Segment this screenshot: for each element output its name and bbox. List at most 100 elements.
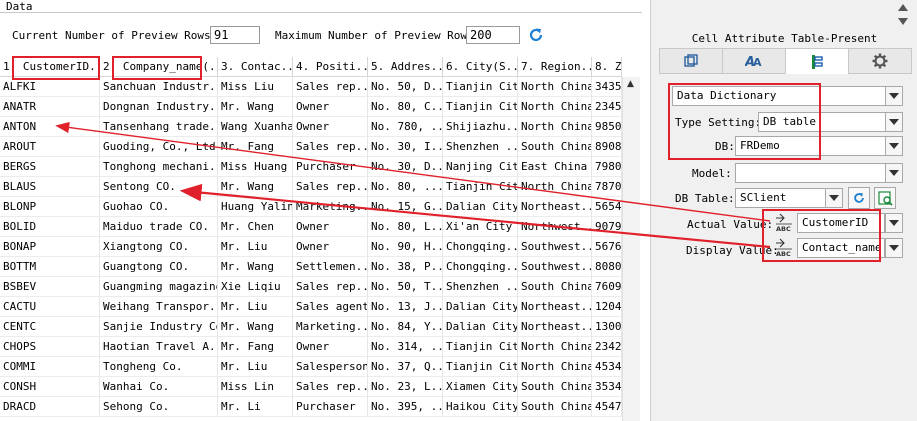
table-cell[interactable]: No. 84, Y... — [368, 317, 443, 337]
table-cell[interactable]: Southwest... — [518, 237, 592, 257]
table-cell[interactable]: Guohao CO. — [100, 197, 218, 217]
table-cell[interactable]: Purchaser — [293, 157, 368, 177]
table-cell[interactable]: BLONP — [0, 197, 100, 217]
table-cell[interactable]: Shenzhen ... — [443, 277, 518, 297]
table-cell[interactable]: Tianjin City — [443, 77, 518, 97]
table-cell[interactable]: 1300 — [592, 317, 622, 337]
table-cell[interactable]: No. 50, D... — [368, 77, 443, 97]
table-cell[interactable]: No. 15, G... — [368, 197, 443, 217]
table-cell[interactable]: Owner — [293, 237, 368, 257]
chevron-down-icon[interactable] — [825, 188, 843, 208]
table-cell[interactable]: ANTON — [0, 117, 100, 137]
table-cell[interactable]: North China — [518, 77, 592, 97]
table-cell[interactable]: 7980 — [592, 157, 622, 177]
table-cell[interactable]: Xi'an City — [443, 217, 518, 237]
table-cell[interactable]: Sehong Co. — [100, 397, 218, 417]
table-cell[interactable]: DRACD — [0, 397, 100, 417]
table-cell[interactable]: North China — [518, 117, 592, 137]
table-cell[interactable]: ALFKI — [0, 77, 100, 97]
table-cell[interactable]: BOTTM — [0, 257, 100, 277]
refresh-icon[interactable] — [527, 26, 545, 44]
table-cell[interactable]: AROUT — [0, 137, 100, 157]
table-cell[interactable]: Miss Liu — [218, 77, 293, 97]
table-cell[interactable]: 8908 — [592, 137, 622, 157]
table-cell[interactable]: 4534 — [592, 357, 622, 377]
table-cell[interactable]: Huang Yaling — [218, 197, 293, 217]
table-cell[interactable]: Mr. Liu — [218, 297, 293, 317]
collapse-down-icon[interactable] — [898, 18, 908, 26]
table-cell[interactable]: BSBEV — [0, 277, 100, 297]
table-cell[interactable]: No. 80, C... — [368, 97, 443, 117]
table-cell[interactable]: Chongqing... — [443, 257, 518, 277]
table-cell[interactable]: Tianjin City — [443, 177, 518, 197]
table-cell[interactable]: Mr. Chen — [218, 217, 293, 237]
table-cell[interactable]: Northeast... — [518, 317, 592, 337]
table-cell[interactable]: BOLID — [0, 217, 100, 237]
column-header[interactable]: 5. Addres... — [368, 57, 443, 77]
table-cell[interactable]: Guangming magazine — [100, 277, 218, 297]
table-cell[interactable]: ANATR — [0, 97, 100, 117]
table-cell[interactable]: Salesperson — [293, 357, 368, 377]
table-cell[interactable]: Sales rep... — [293, 77, 368, 97]
table-cell[interactable]: BLAUS — [0, 177, 100, 197]
table-cell[interactable]: Tianjin City — [443, 97, 518, 117]
table-cell[interactable]: East China — [518, 157, 592, 177]
table-cell[interactable]: Mr. Liu — [218, 357, 293, 377]
table-cell[interactable]: CHOPS — [0, 337, 100, 357]
table-cell[interactable]: North China — [518, 337, 592, 357]
column-header[interactable]: 8. Z — [592, 57, 622, 77]
table-cell[interactable]: Sales agent — [293, 297, 368, 317]
tab-style[interactable]: AA — [722, 48, 786, 74]
column-header[interactable]: 7. Region... — [518, 57, 592, 77]
table-cell[interactable]: Purchaser — [293, 397, 368, 417]
table-cell[interactable]: Haikou City — [443, 397, 518, 417]
table-cell[interactable]: Haotian Travel A... — [100, 337, 218, 357]
table-cell[interactable]: 1204 — [592, 297, 622, 317]
chevron-down-icon[interactable] — [885, 136, 903, 156]
table-cell[interactable]: Miss Huang — [218, 157, 293, 177]
table-cell[interactable]: Weihang Transpor... — [100, 297, 218, 317]
table-cell[interactable]: Marketing... — [293, 197, 368, 217]
table-cell[interactable]: Maiduo trade CO. — [100, 217, 218, 237]
table-cell[interactable]: 7609 — [592, 277, 622, 297]
table-cell[interactable]: No. 30, D... — [368, 157, 443, 177]
max-rows-input[interactable]: 200 — [466, 26, 520, 44]
table-cell[interactable]: No. 90, H... — [368, 237, 443, 257]
table-cell[interactable]: North China — [518, 97, 592, 117]
table-cell[interactable]: Southwest... — [518, 257, 592, 277]
table-cell[interactable]: No. 30, I... — [368, 137, 443, 157]
table-cell[interactable]: Sanjie Industry Co. — [100, 317, 218, 337]
table-cell[interactable]: Guangtong CO. — [100, 257, 218, 277]
table-cell[interactable]: Sales rep... — [293, 277, 368, 297]
chevron-down-icon[interactable] — [885, 238, 903, 258]
table-cell[interactable]: Mr. Fang — [218, 137, 293, 157]
table-cell[interactable]: Dalian City — [443, 197, 518, 217]
table-cell[interactable]: No. 50, T... — [368, 277, 443, 297]
table-cell[interactable]: 7870 — [592, 177, 622, 197]
table-cell[interactable]: Marketing... — [293, 317, 368, 337]
table-cell[interactable]: Mr. Wang — [218, 317, 293, 337]
table-cell[interactable]: Shenzhen ... — [443, 137, 518, 157]
table-cell[interactable]: Owner — [293, 97, 368, 117]
vertical-scrollbar[interactable]: ▲ — [622, 77, 640, 421]
table-cell[interactable]: BONAP — [0, 237, 100, 257]
table-cell[interactable]: Chongqing... — [443, 237, 518, 257]
table-cell[interactable]: North China — [518, 357, 592, 377]
table-cell[interactable]: Sales rep... — [293, 137, 368, 157]
table-cell[interactable]: Tansenhang trade... — [100, 117, 218, 137]
table-cell[interactable]: Nanjing City — [443, 157, 518, 177]
table-cell[interactable]: Tonghong mechani... — [100, 157, 218, 177]
table-cell[interactable]: Xiangtong CO. — [100, 237, 218, 257]
table-cell[interactable]: Mr. Wang — [218, 257, 293, 277]
table-cell[interactable]: Sanchuan Industr... — [100, 77, 218, 97]
table-cell[interactable]: Owner — [293, 217, 368, 237]
table-cell[interactable]: No. 314, ... — [368, 337, 443, 357]
table-cell[interactable]: No. 395, ... — [368, 397, 443, 417]
table-cell[interactable]: South China — [518, 377, 592, 397]
scroll-up-icon[interactable]: ▲ — [627, 79, 634, 89]
table-cell[interactable]: Guoding, Co., Ltd. — [100, 137, 218, 157]
table-cell[interactable]: 3534 — [592, 377, 622, 397]
table-cell[interactable]: Northeast... — [518, 197, 592, 217]
table-cell[interactable]: 9079 — [592, 217, 622, 237]
table-cell[interactable]: South China — [518, 137, 592, 157]
